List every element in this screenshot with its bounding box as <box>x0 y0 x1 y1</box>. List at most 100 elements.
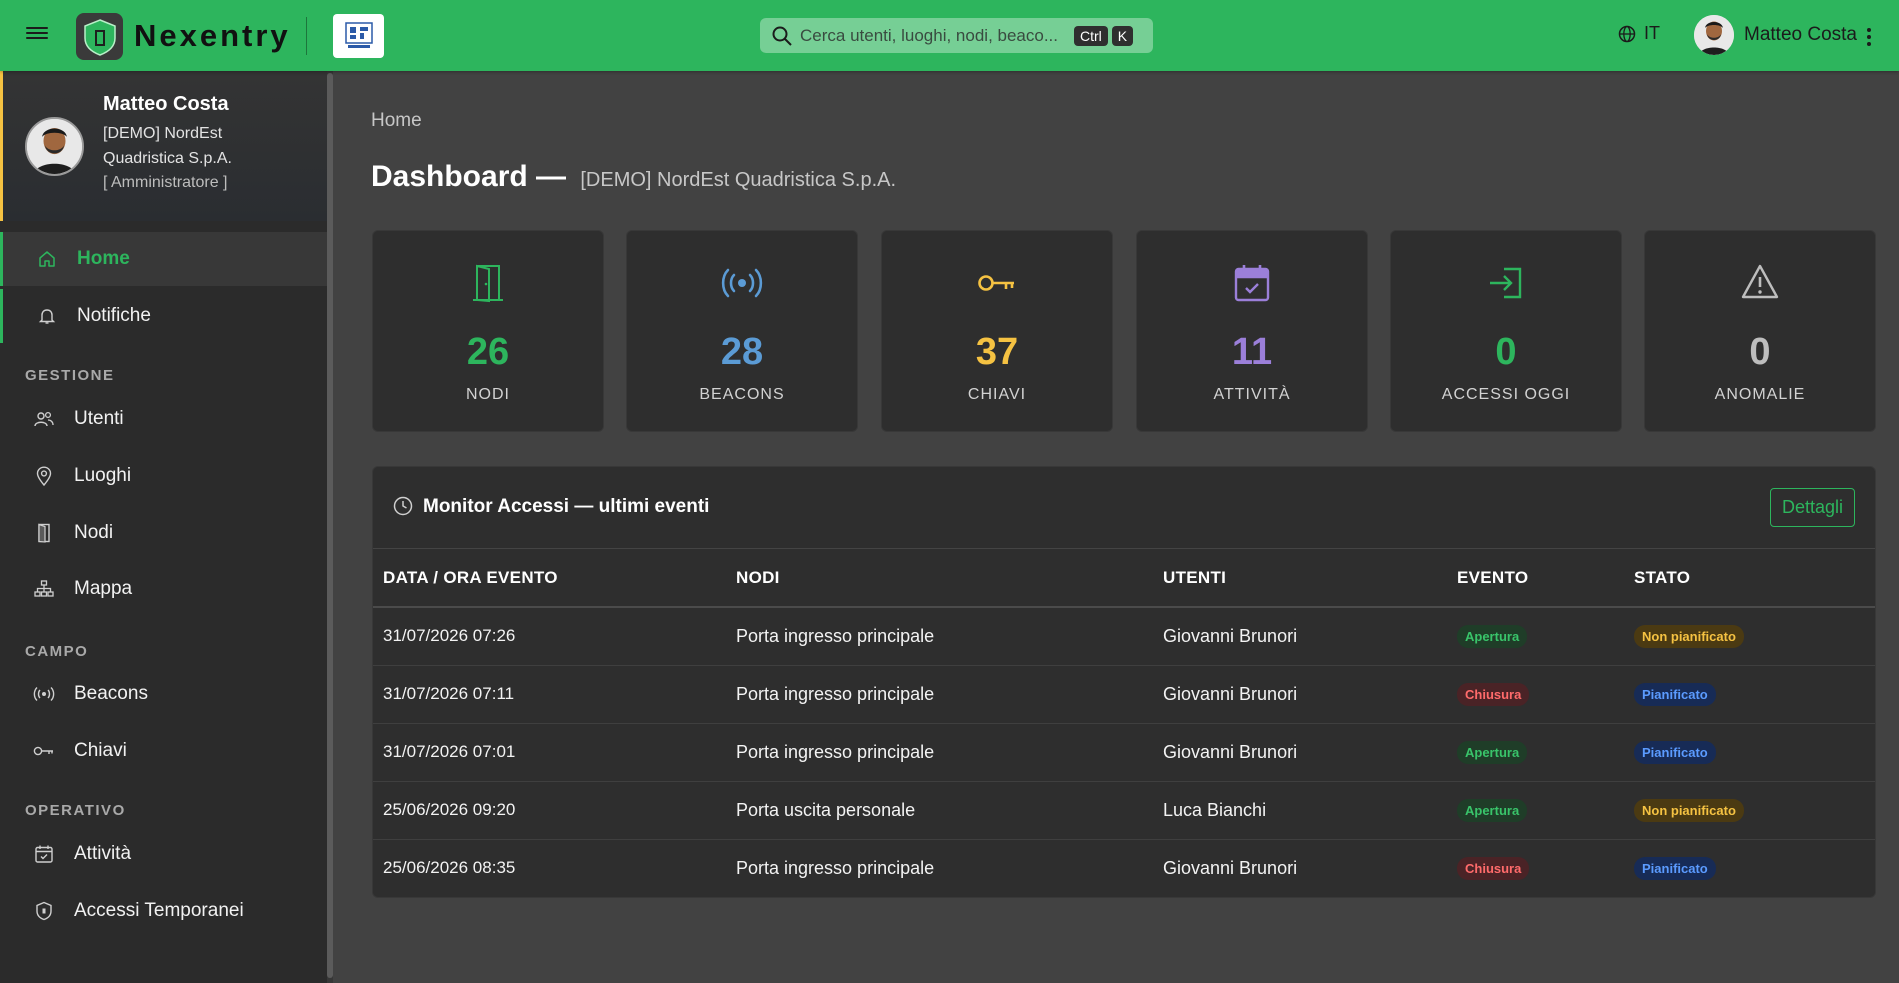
language-label: IT <box>1644 23 1660 43</box>
profile-name: Matteo Costa <box>103 93 229 115</box>
global-search[interactable]: Ctrl K <box>760 18 1153 53</box>
table-row[interactable]: 25/06/2026 08:35 Porta ingresso principa… <box>373 839 1875 897</box>
users-icon <box>33 408 55 430</box>
sidebar-item-label: Luoghi <box>74 465 132 486</box>
door-icon <box>33 522 55 544</box>
stat-label: ANOMALIE <box>1714 386 1806 403</box>
column-header-users[interactable]: UTENTI <box>1153 549 1447 608</box>
cell-node: Porta uscita personale <box>726 781 1153 840</box>
stat-card-activities[interactable]: 11 ATTIVITÀ <box>1136 230 1368 432</box>
card-title: Monitor Accessi — ultimi eventi <box>423 496 710 517</box>
breadcrumb[interactable]: Home <box>371 110 422 132</box>
stat-card-accesses-today[interactable]: 0 ACCESSI OGGI <box>1390 230 1622 432</box>
cell-user: Giovanni Brunori <box>1153 839 1447 897</box>
stat-value: 11 <box>1231 331 1273 373</box>
cell-datetime: 31/07/2026 07:11 <box>373 665 726 724</box>
brand-name: Nexentry <box>134 18 291 53</box>
login-icon <box>1391 263 1621 303</box>
cell-status: Pianificato <box>1624 839 1875 897</box>
home-icon <box>36 248 58 270</box>
cell-event: Apertura <box>1447 781 1624 840</box>
stat-card-keys[interactable]: 37 CHIAVI <box>881 230 1113 432</box>
event-badge: Apertura <box>1457 624 1528 648</box>
warning-icon <box>1645 263 1875 303</box>
column-header-nodes[interactable]: NODI <box>726 549 1153 608</box>
sidebar-item-label: Mappa <box>74 578 133 599</box>
table-row[interactable]: 31/07/2026 07:26 Porta ingresso principa… <box>373 607 1875 666</box>
sidebar-item-temporary-access[interactable]: Accessi Temporanei <box>0 884 327 938</box>
cell-user: Luca Bianchi <box>1153 781 1447 840</box>
sidebar-item-places[interactable]: Luoghi <box>0 449 327 503</box>
stat-label: ACCESSI OGGI <box>1441 386 1571 403</box>
table-row[interactable]: 25/06/2026 09:20 Porta uscita personale … <box>373 781 1875 840</box>
sidebar-item-label: Chiavi <box>74 740 127 761</box>
user-menu[interactable]: Matteo Costa <box>1694 15 1857 55</box>
menu-icon[interactable] <box>26 24 48 46</box>
sidebar-item-nodes[interactable]: Nodi <box>0 506 327 560</box>
shortcut-k: K <box>1111 25 1134 46</box>
calendar-check-icon <box>1137 263 1367 303</box>
sidebar-item-notifications[interactable]: Notifiche <box>0 289 327 343</box>
cell-node: Porta ingresso principale <box>726 839 1153 897</box>
sidebar-item-activities[interactable]: Attività <box>0 827 327 881</box>
stat-label: CHIAVI <box>967 386 1027 403</box>
header-divider <box>306 17 307 55</box>
sidebar-item-keys[interactable]: Chiavi <box>0 724 327 778</box>
table-row[interactable]: 31/07/2026 07:01 Porta ingresso principa… <box>373 723 1875 782</box>
language-selector[interactable]: IT <box>1618 23 1660 44</box>
stat-label: NODI <box>466 386 510 403</box>
client-logo <box>333 14 384 58</box>
card-header: Monitor Accessi — ultimi eventi Dettagli <box>373 467 1875 549</box>
event-badge: Apertura <box>1457 798 1528 822</box>
section-campo: CAMPO <box>25 643 89 660</box>
sidebar-item-label: Home <box>77 248 130 269</box>
top-bar: Nexentry Ctrl K IT Matteo Costa <box>0 0 1899 71</box>
door-icon <box>373 263 603 303</box>
column-header-event[interactable]: EVENTO <box>1447 549 1624 608</box>
sidebar-item-users[interactable]: Utenti <box>0 392 327 446</box>
column-header-status[interactable]: STATO <box>1624 549 1875 608</box>
page-subtitle: [DEMO] NordEst Quadristica S.p.A. <box>580 169 897 191</box>
sidebar-item-home[interactable]: Home <box>0 232 327 286</box>
cell-event: Chiusura <box>1447 665 1624 724</box>
profile-organization: [DEMO] NordEst Quadristica S.p.A. <box>103 125 232 167</box>
cell-user: Giovanni Brunori <box>1153 665 1447 724</box>
cell-node: Porta ingresso principale <box>726 607 1153 666</box>
status-badge: Pianificato <box>1634 682 1716 706</box>
stat-card-beacons[interactable]: 28 BEACONS <box>626 230 858 432</box>
sidebar-item-beacons[interactable]: Beacons <box>0 667 327 721</box>
nexentry-logo[interactable] <box>76 13 123 60</box>
stat-card-nodes[interactable]: 26 NODI <box>372 230 604 432</box>
event-badge: Apertura <box>1457 740 1528 764</box>
column-header-datetime[interactable]: DATA / ORA EVENTO <box>373 549 726 608</box>
table-row[interactable]: 31/07/2026 07:11 Porta ingresso principa… <box>373 665 1875 724</box>
details-button[interactable]: Dettagli <box>1769 488 1855 527</box>
calendar-check-icon <box>33 843 55 865</box>
bell-icon <box>36 305 58 327</box>
sitemap-icon <box>33 578 55 600</box>
map-pin-icon <box>33 465 55 487</box>
cell-event: Chiusura <box>1447 839 1624 897</box>
cell-status: Pianificato <box>1624 665 1875 724</box>
cell-event: Apertura <box>1447 607 1624 666</box>
cell-node: Porta ingresso principale <box>726 723 1153 782</box>
cell-event: Apertura <box>1447 723 1624 782</box>
stat-value: 37 <box>975 331 1019 373</box>
more-vert-icon[interactable] <box>1867 25 1871 49</box>
sidebar-scrollbar-thumb[interactable] <box>327 73 333 978</box>
sidebar-item-map[interactable]: Mappa <box>0 562 327 616</box>
cell-datetime: 31/07/2026 07:01 <box>373 723 726 782</box>
cell-status: Non pianificato <box>1624 607 1875 666</box>
status-badge: Non pianificato <box>1634 798 1744 822</box>
stat-value: 26 <box>466 331 510 373</box>
sidebar-item-label: Beacons <box>74 683 148 704</box>
globe-icon <box>1618 25 1636 42</box>
stat-card-anomalies[interactable]: 0 ANOMALIE <box>1644 230 1876 432</box>
page-title-text: Dashboard — <box>371 160 567 193</box>
sidebar-item-label: Nodi <box>74 522 114 543</box>
shield-icon <box>33 900 55 922</box>
page-title: Dashboard — [DEMO] NordEst Quadristica S… <box>371 160 896 194</box>
search-input[interactable] <box>800 25 1070 46</box>
stat-label: BEACONS <box>699 386 785 403</box>
avatar <box>1694 15 1734 55</box>
